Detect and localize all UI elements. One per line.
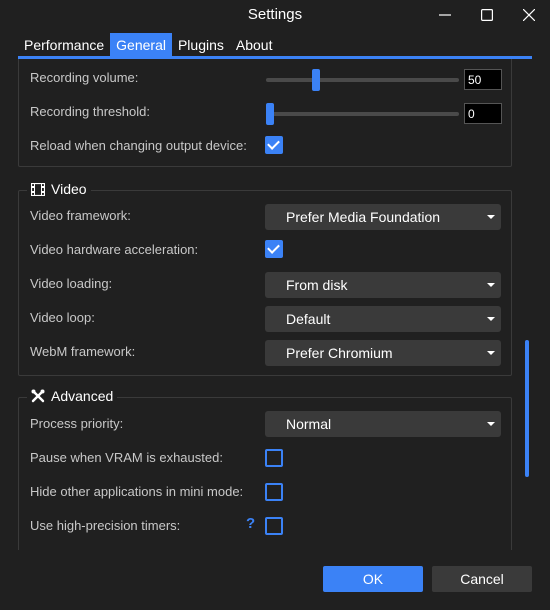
slider-track bbox=[266, 112, 459, 116]
reload-output-checkbox[interactable] bbox=[265, 136, 283, 154]
title-bar: Settings bbox=[0, 0, 550, 30]
hide-apps-checkbox[interactable] bbox=[265, 483, 283, 501]
help-icon[interactable]: ? bbox=[246, 515, 255, 532]
slider-track bbox=[266, 78, 459, 82]
maximize-icon bbox=[481, 9, 493, 21]
chevron-down-icon bbox=[487, 422, 495, 426]
slider-thumb[interactable] bbox=[266, 103, 274, 125]
recording-threshold-label: Recording threshold: bbox=[30, 104, 150, 119]
video-loading-label: Video loading: bbox=[30, 276, 113, 291]
minimize-button[interactable] bbox=[425, 0, 465, 30]
process-priority-value: Normal bbox=[286, 416, 332, 432]
hide-apps-label: Hide other applications in mini mode: bbox=[30, 484, 244, 499]
chevron-down-icon bbox=[487, 317, 495, 321]
high-precision-timers-label: Use high-precision timers: bbox=[30, 518, 181, 533]
recording-volume-input[interactable]: 50 bbox=[464, 69, 502, 90]
video-hwaccel-label: Video hardware acceleration: bbox=[30, 242, 199, 257]
maximize-button[interactable] bbox=[467, 0, 507, 30]
tab-performance[interactable]: Performance bbox=[18, 33, 110, 57]
tools-icon bbox=[31, 389, 45, 403]
recording-volume-label: Recording volume: bbox=[30, 70, 139, 85]
film-icon bbox=[31, 182, 45, 196]
process-priority-label: Process priority: bbox=[30, 416, 124, 431]
advanced-group-title: Advanced bbox=[27, 388, 118, 404]
close-button[interactable] bbox=[509, 0, 549, 30]
tab-general[interactable]: General bbox=[110, 33, 172, 57]
video-hwaccel-checkbox[interactable] bbox=[265, 240, 283, 258]
webm-framework-dropdown[interactable]: Prefer Chromium bbox=[265, 340, 501, 366]
tab-bar: Performance General Plugins About bbox=[18, 33, 278, 57]
settings-content: Recording volume: 50 Recording threshold… bbox=[18, 59, 520, 550]
ok-button[interactable]: OK bbox=[323, 566, 423, 592]
video-loading-value: From disk bbox=[286, 277, 348, 293]
process-priority-dropdown[interactable]: Normal bbox=[265, 411, 501, 437]
minimize-icon bbox=[439, 14, 451, 16]
video-group: Video Video framework: Prefer Media Foun… bbox=[18, 181, 512, 376]
video-framework-label: Video framework: bbox=[30, 208, 131, 223]
pause-vram-checkbox[interactable] bbox=[265, 449, 283, 467]
video-loop-label: Video loop: bbox=[30, 310, 95, 325]
video-framework-dropdown[interactable]: Prefer Media Foundation bbox=[265, 204, 501, 230]
chevron-down-icon bbox=[487, 215, 495, 219]
recording-threshold-slider[interactable] bbox=[266, 103, 459, 125]
chevron-down-icon bbox=[487, 351, 495, 355]
webm-framework-label: WebM framework: bbox=[30, 344, 136, 359]
video-loop-value: Default bbox=[286, 311, 331, 327]
video-group-title: Video bbox=[27, 181, 91, 197]
recording-threshold-input[interactable]: 0 bbox=[464, 103, 502, 124]
video-loading-dropdown[interactable]: From disk bbox=[265, 272, 501, 298]
video-framework-value: Prefer Media Foundation bbox=[286, 209, 441, 225]
advanced-group: Advanced Process priority: Normal Pause … bbox=[18, 388, 512, 550]
cancel-button[interactable]: Cancel bbox=[432, 566, 532, 592]
slider-thumb[interactable] bbox=[312, 69, 320, 91]
high-precision-timers-checkbox[interactable] bbox=[265, 517, 283, 535]
tab-about[interactable]: About bbox=[230, 33, 279, 57]
video-group-label: Video bbox=[51, 181, 87, 197]
tab-plugins[interactable]: Plugins bbox=[172, 33, 230, 57]
scrollbar-thumb[interactable] bbox=[525, 340, 529, 477]
video-loop-dropdown[interactable]: Default bbox=[265, 306, 501, 332]
chevron-down-icon bbox=[487, 283, 495, 287]
recording-volume-slider[interactable] bbox=[266, 69, 459, 91]
reload-output-label: Reload when changing output device: bbox=[30, 138, 247, 153]
recording-group: Recording volume: 50 Recording threshold… bbox=[18, 59, 512, 167]
advanced-group-label: Advanced bbox=[51, 388, 114, 404]
close-icon bbox=[523, 9, 535, 21]
pause-vram-label: Pause when VRAM is exhausted: bbox=[30, 450, 223, 465]
webm-framework-value: Prefer Chromium bbox=[286, 345, 393, 361]
